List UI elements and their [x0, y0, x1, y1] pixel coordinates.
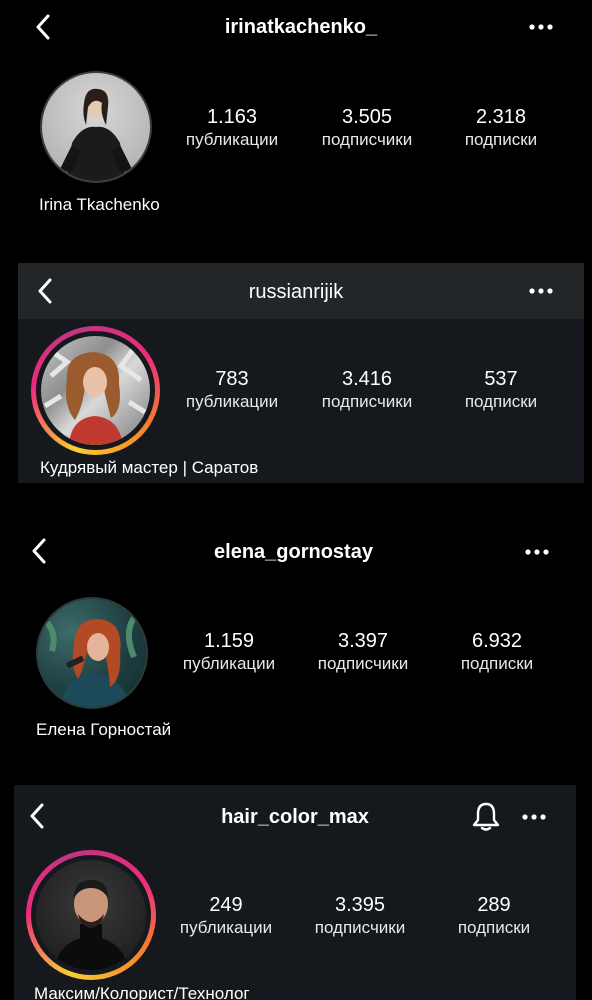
following-value: 289	[477, 894, 511, 916]
followers-value: 3.397	[337, 630, 389, 652]
posts-value: 1.159	[203, 630, 255, 652]
following-label: подписки	[457, 918, 531, 937]
profile-avatar[interactable]	[36, 597, 148, 709]
bell-icon	[472, 802, 500, 831]
followers-value: 3.505	[341, 106, 393, 128]
profile-card-russianrijik: russianrijik 783 публикации 3.416 подпис…	[18, 263, 584, 483]
posts-value: 783	[215, 368, 249, 390]
avatar-image	[38, 599, 146, 707]
followers-label: подписчики	[321, 130, 413, 149]
notifications-button[interactable]	[469, 799, 503, 833]
profile-header: hair_color_max	[14, 785, 576, 839]
profile-name: Irina Tkachenko	[39, 195, 160, 214]
more-horizontal-icon	[525, 549, 549, 555]
profile-header: elena_gornostay	[0, 520, 592, 574]
posts-count[interactable]: 1.163 публикации	[167, 105, 297, 151]
more-horizontal-icon	[522, 814, 546, 820]
followers-count[interactable]: 3.505 подписчики	[302, 105, 432, 151]
profile-name: Кудрявый мастер | Саратов	[40, 458, 259, 477]
more-horizontal-icon	[529, 288, 553, 294]
following-value: 537	[484, 368, 518, 390]
followers-label: подписчики	[317, 654, 409, 673]
followers-value: 3.395	[334, 894, 386, 916]
following-count[interactable]: 289 подписки	[429, 893, 559, 939]
following-value: 2.318	[475, 106, 527, 128]
username-title: russianrijik	[248, 281, 344, 303]
profile-card-irinatkachenko: irinatkachenko_ 1.163 публикации 3.505 п…	[0, 0, 592, 255]
more-options-button[interactable]	[523, 276, 559, 306]
posts-count[interactable]: 1.159 публикации	[164, 629, 294, 675]
avatar-image	[36, 860, 146, 970]
following-label: подписки	[460, 654, 534, 673]
profile-name: Максим/Колорист/Технолог	[34, 984, 250, 1000]
following-count[interactable]: 2.318 подписки	[436, 105, 566, 151]
followers-label: подписчики	[314, 918, 406, 937]
more-options-button[interactable]	[519, 537, 555, 567]
followers-count[interactable]: 3.395 подписчики	[295, 893, 425, 939]
profile-card-elena-gornostay: elena_gornostay 1.159 публикации 3.397 п…	[0, 520, 592, 748]
posts-label: публикации	[182, 654, 276, 673]
posts-value: 249	[209, 894, 243, 916]
profile-card-hair-color-max: hair_color_max 249 публикации 3.395 подп…	[14, 785, 576, 1000]
followers-value: 3.416	[341, 368, 393, 390]
profile-avatar[interactable]	[40, 71, 152, 183]
profile-avatar-story-ring[interactable]	[31, 326, 160, 455]
posts-count[interactable]: 783 публикации	[167, 367, 297, 413]
followers-label: подписчики	[321, 392, 413, 411]
following-count[interactable]: 6.932 подписки	[432, 629, 562, 675]
posts-label: публикации	[185, 392, 279, 411]
following-label: подписки	[464, 130, 538, 149]
avatar-image	[41, 336, 150, 445]
following-label: подписки	[464, 392, 538, 411]
posts-count[interactable]: 249 публикации	[161, 893, 291, 939]
profile-header: russianrijik	[18, 263, 584, 319]
avatar-image	[42, 73, 150, 181]
following-value: 6.932	[471, 630, 523, 652]
posts-label: публикации	[185, 130, 279, 149]
username-title: elena_gornostay	[214, 541, 373, 563]
username-title: irinatkachenko_	[224, 16, 378, 38]
profile-header: irinatkachenko_	[0, 0, 592, 54]
following-count[interactable]: 537 подписки	[436, 367, 566, 413]
followers-count[interactable]: 3.397 подписчики	[298, 629, 428, 675]
more-options-button[interactable]	[516, 802, 552, 832]
posts-value: 1.163	[206, 106, 258, 128]
more-options-button[interactable]	[523, 12, 559, 42]
profile-name: Елена Горностай	[36, 720, 172, 739]
followers-count[interactable]: 3.416 подписчики	[302, 367, 432, 413]
profile-avatar-story-ring[interactable]	[26, 850, 156, 980]
more-horizontal-icon	[529, 24, 553, 30]
posts-label: публикации	[179, 918, 273, 937]
